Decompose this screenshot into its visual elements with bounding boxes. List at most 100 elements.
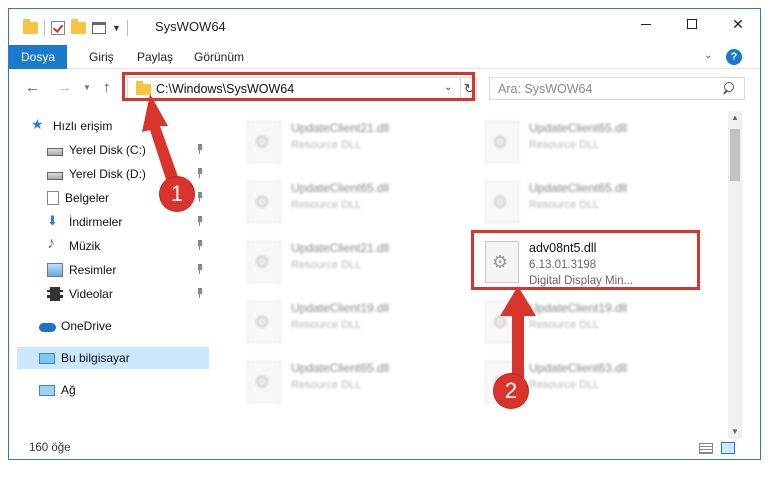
sidebar-item-downloads[interactable]: İndirmeler [47, 211, 211, 233]
details-view-icon[interactable] [699, 443, 713, 454]
toolbar-dropdown-icon[interactable]: ▼ [112, 23, 121, 33]
close-icon: ✕ [732, 15, 744, 32]
onedrive-icon [39, 319, 56, 333]
sidebar-item-pictures[interactable]: Resimler [47, 259, 211, 281]
file-highlight [471, 230, 700, 290]
expand-ribbon-icon[interactable]: ⌄ [704, 50, 712, 61]
sidebar-item-label: Bu bilgisayar [61, 351, 130, 365]
sidebar-item-label: Ağ [61, 383, 76, 397]
sidebar-item-label: Hızlı erişim [53, 119, 113, 133]
star-icon [31, 116, 47, 133]
dll-file-icon [247, 301, 281, 343]
file-name: UpdateClient65.dll [291, 361, 390, 375]
dll-file-icon [485, 121, 519, 163]
step-2-badge: 2 [494, 374, 528, 408]
tab-giris[interactable]: Giriş [89, 45, 114, 69]
dll-file-icon [247, 361, 281, 403]
minimize-button[interactable] [623, 9, 669, 39]
file-name: UpdateClient65.dll [291, 181, 390, 195]
file-item[interactable]: UpdateClient21.dll Resource DLL [235, 117, 455, 171]
maximize-button[interactable] [669, 9, 715, 39]
sidebar-item-label: İndirmeler [69, 215, 123, 229]
file-name: UpdateClient65.dll [529, 121, 628, 135]
toolbar-divider [126, 20, 128, 36]
maximize-icon [687, 19, 697, 29]
downloads-icon [47, 213, 63, 229]
sidebar-item-videos[interactable]: Videolar [47, 283, 211, 305]
pin-icon[interactable] [196, 264, 204, 274]
file-item[interactable]: UpdateClient65.dll Resource DLL [473, 117, 693, 171]
file-type: Resource DLL [529, 139, 600, 151]
file-name: UpdateClient21.dll [291, 241, 390, 255]
file-type: Resource DLL [529, 199, 600, 211]
close-button[interactable]: ✕ [715, 9, 761, 39]
file-name: UpdateClient63.dll [529, 361, 628, 375]
file-type: Resource DLL [291, 379, 362, 391]
file-type: Resource DLL [291, 199, 362, 211]
file-type: Resource DLL [291, 139, 362, 151]
music-icon [47, 235, 63, 253]
folder-icon[interactable] [23, 19, 38, 34]
file-name: UpdateClient65.dll [529, 181, 628, 195]
step-1-badge: 1 [160, 177, 194, 211]
sidebar-item-this-pc[interactable]: Bu bilgisayar [17, 347, 209, 369]
tab-paylas[interactable]: Paylaş [137, 45, 173, 69]
drive-icon [47, 172, 63, 180]
window-title: SysWOW64 [155, 19, 226, 34]
file-type: Resource DLL [291, 259, 362, 271]
scroll-thumb[interactable] [730, 129, 740, 181]
sidebar-item-onedrive[interactable]: OneDrive [39, 315, 209, 337]
file-name: UpdateClient19.dll [529, 301, 628, 315]
properties-check-icon[interactable] [51, 21, 65, 35]
dll-file-icon [247, 241, 281, 283]
forward-arrow-icon[interactable]: → [57, 79, 72, 96]
tab-dosya[interactable]: Dosya [9, 45, 67, 69]
sidebar-item-label: Yerel Disk (D:) [69, 167, 146, 181]
dll-file-icon [247, 121, 281, 163]
sidebar-item-network[interactable]: Ağ [39, 379, 209, 401]
vertical-scrollbar[interactable]: ▲ ▼ [728, 111, 742, 439]
search-icon[interactable] [722, 82, 734, 94]
status-bar: 160 öğe [9, 439, 760, 459]
sidebar-item-label: Belgeler [65, 191, 110, 205]
scroll-up-icon[interactable]: ▲ [728, 111, 742, 125]
title-bar: ▼ SysWOW64 ✕ [9, 9, 760, 45]
file-name: UpdateClient19.dll [291, 301, 390, 315]
sidebar-item-label: OneDrive [61, 319, 112, 333]
sidebar-item-music[interactable]: Müzik [47, 235, 211, 257]
search-input[interactable]: Ara: SysWOW64 [489, 77, 745, 100]
sidebar-item-quick-access[interactable]: Hızlı erişim [31, 115, 231, 137]
pictures-icon [47, 263, 63, 277]
documents-icon [47, 191, 59, 205]
tiles-view-icon[interactable] [721, 442, 735, 454]
file-item[interactable]: UpdateClient19.dll Resource DLL [235, 297, 455, 351]
pc-icon [39, 352, 55, 364]
dll-file-icon [485, 181, 519, 223]
new-folder-icon[interactable] [71, 19, 86, 34]
file-item[interactable]: UpdateClient65.dll Resource DLL [473, 177, 693, 231]
ribbon-tabs: Dosya Giriş Paylaş Görünüm ⌄ ? [9, 45, 760, 69]
recent-locations-icon[interactable]: ▼ [83, 83, 91, 92]
pin-icon[interactable] [196, 288, 204, 298]
toolbar-divider [44, 20, 45, 36]
pin-icon[interactable] [196, 240, 204, 250]
sidebar-item-label: Yerel Disk (C:) [69, 143, 146, 157]
customize-icon[interactable] [92, 22, 106, 34]
item-count: 160 öğe [29, 442, 71, 454]
scroll-down-icon[interactable]: ▼ [728, 425, 742, 439]
file-item[interactable]: UpdateClient65.dll Resource DLL [235, 357, 455, 411]
quick-access-toolbar: ▼ [23, 19, 128, 36]
back-arrow-icon[interactable]: ← [25, 79, 40, 96]
sidebar-item-label: Resimler [69, 263, 117, 277]
file-type: Resource DLL [291, 319, 362, 331]
up-arrow-icon[interactable]: ↑ [103, 79, 111, 96]
videos-icon [47, 287, 63, 301]
drive-icon [47, 148, 63, 156]
file-item[interactable]: UpdateClient21.dll Resource DLL [235, 237, 455, 291]
tab-gorunum[interactable]: Görünüm [194, 45, 244, 69]
file-item[interactable]: UpdateClient65.dll Resource DLL [235, 177, 455, 231]
dll-file-icon [247, 181, 281, 223]
help-icon[interactable]: ? [726, 49, 742, 65]
sidebar-item-label: Müzik [69, 239, 101, 253]
pin-icon[interactable] [196, 216, 204, 226]
